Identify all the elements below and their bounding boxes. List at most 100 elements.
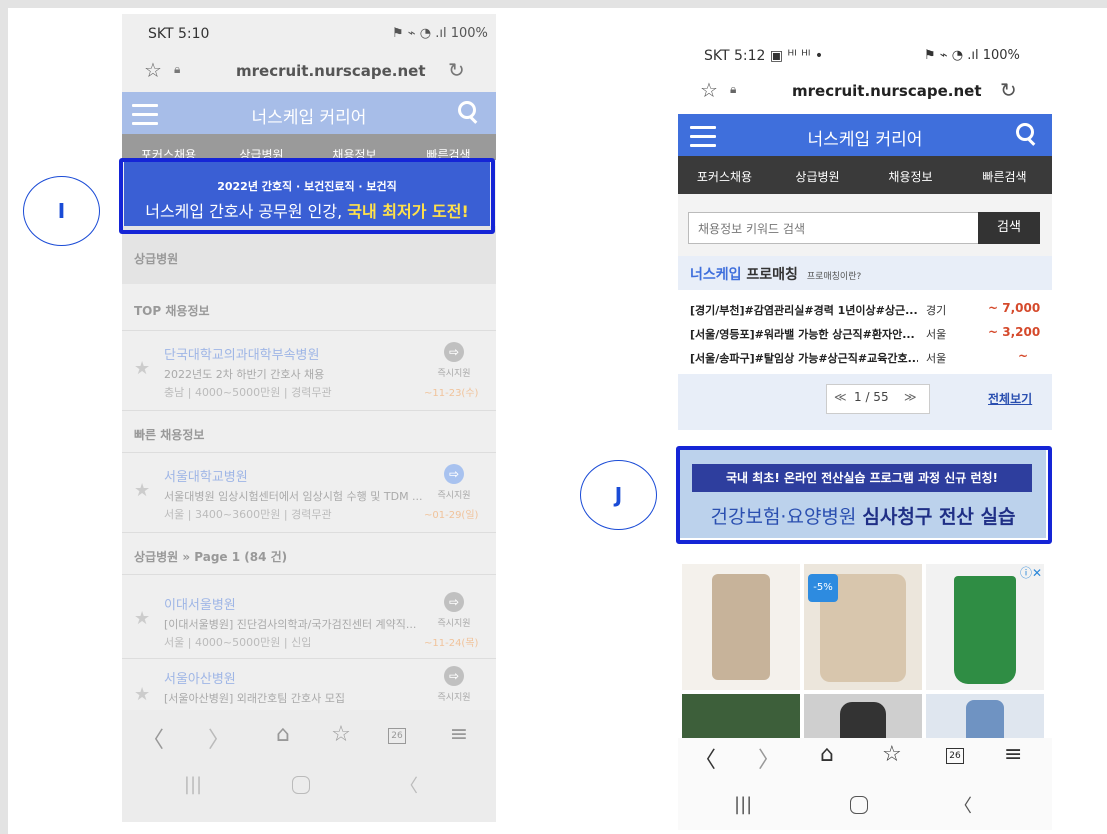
apply-badge: 즉시지원 (437, 619, 471, 629)
status-battery: ⚑ ⌁ ◔ .ıl 100% (392, 26, 488, 41)
system-home-icon[interactable] (850, 796, 868, 814)
section-title-hospital-page: 상급병원 » Page 1 (84 건) (134, 550, 288, 564)
ad-choices-icon[interactable]: ⓘ✕ (1020, 564, 1042, 581)
view-all-link[interactable]: 전체보기 (988, 390, 1032, 407)
tab-top-hospital[interactable]: 상급병원 (771, 168, 864, 185)
status-time: SKT 5:12 ▣ ᴴᴵ ᴴᴵ • (704, 48, 824, 64)
lock-icon: 🔒︎ (174, 62, 181, 76)
match-item[interactable]: [서울/송파구]#탈임상 가능#상근직#교육간호... (690, 350, 918, 366)
discount-badge: -5% (808, 574, 838, 602)
annotation-label-j: J (580, 460, 657, 530)
favorite-star-icon[interactable]: ★ (134, 358, 150, 379)
match-salary: ~ 7,000 (988, 301, 1041, 315)
frame-top-border (0, 0, 1107, 8)
job-deadline: ~01-29(일) (424, 510, 479, 521)
search-icon[interactable] (1016, 123, 1034, 141)
job-meta: 서울 | 3400~3600만원 | 경력무관 (164, 508, 332, 521)
recent-apps-icon[interactable]: ||| (734, 794, 752, 815)
recent-apps-icon[interactable]: ||| (178, 774, 208, 795)
tabs-count-icon[interactable]: 26 (388, 728, 406, 744)
job-deadline: ~11-24(목) (424, 638, 479, 649)
apply-badge: 즉시지원 (437, 693, 471, 703)
back-arrow-icon[interactable]: 〈 (138, 722, 168, 754)
bookmark-star-icon[interactable]: ☆ (144, 58, 162, 82)
annotation-label-i: I (23, 176, 100, 246)
ad-product-shirt[interactable] (926, 694, 1044, 738)
url-text[interactable]: mrecruit.nurscape.net (236, 62, 426, 80)
tab-focus[interactable]: 포커스채용 (678, 168, 771, 185)
pager-next-icon[interactable]: ≫ (904, 390, 917, 404)
forward-arrow-icon[interactable]: 〉 (758, 742, 780, 774)
apply-icon[interactable]: ⇨ (444, 592, 464, 612)
reload-icon[interactable]: ↻ (1000, 78, 1017, 102)
match-item[interactable]: [서울/영등포]#워라밸 가능한 상근직#환자안... (690, 326, 918, 342)
section-title-top-jobs: TOP 채용정보 (134, 304, 210, 318)
browser-bottom-bar (678, 738, 1052, 830)
bookmarks-icon[interactable]: ☆ (882, 742, 902, 767)
job-deadline: ~11-23(수) (424, 388, 479, 399)
home-icon[interactable]: ⌂ (820, 742, 834, 767)
apply-icon[interactable]: ⇨ (444, 342, 464, 362)
status-battery: ⚑ ⌁ ◔ .ıl 100% (924, 48, 1020, 63)
reload-icon[interactable]: ↻ (448, 58, 465, 82)
search-button[interactable]: 검색 (978, 212, 1040, 244)
divider (122, 330, 496, 331)
job-hospital-name[interactable]: 서울대학교병원 (164, 466, 248, 485)
tabs-count-icon[interactable]: 26 (946, 748, 964, 764)
job-hospital-name[interactable]: 이대서울병원 (164, 594, 236, 613)
match-location: 서울 (926, 328, 947, 341)
ad-product-jacket[interactable]: -5% (804, 564, 922, 690)
job-meta: 충남 | 4000~5000만원 | 경력무관 (164, 386, 332, 399)
section-title-quick-jobs: 빠른 채용정보 (134, 428, 205, 442)
highlight-box-i (119, 158, 495, 234)
ad-product-skirt[interactable] (926, 564, 1044, 690)
job-description: 서울대병원 임상시험센터에서 임상시험 수행 및 TDM ... (164, 490, 423, 503)
keyword-search-placeholder: 채용정보 키워드 검색 (698, 222, 805, 236)
bookmark-star-icon[interactable]: ☆ (700, 78, 718, 102)
bookmarks-icon[interactable]: ☆ (326, 722, 356, 747)
highlight-box-j (676, 446, 1052, 544)
favorite-star-icon[interactable]: ★ (134, 480, 150, 501)
match-location: 서울 (926, 352, 947, 365)
ad-product-sweatshirt[interactable] (682, 694, 800, 738)
site-title: 너스케입 커리어 (251, 108, 367, 128)
match-location: 경기 (926, 304, 947, 317)
search-icon[interactable] (458, 101, 476, 119)
divider (122, 452, 496, 453)
ad-product-pants[interactable] (682, 564, 800, 690)
section-title-top-hospital: 상급병원 (134, 252, 179, 266)
pager-page: 1 / 55 (854, 390, 889, 404)
url-text[interactable]: mrecruit.nurscape.net (792, 82, 982, 100)
job-hospital-name[interactable]: 서울아산병원 (164, 668, 236, 687)
system-back-icon[interactable]: 〈 (394, 772, 424, 798)
browser-bottom-bar (122, 710, 496, 822)
job-description: [서울아산병원] 외래간호팀 간호사 모집 (164, 692, 345, 705)
more-menu-icon[interactable]: ≡ (1004, 742, 1022, 767)
system-home-icon[interactable] (292, 776, 310, 794)
right-phone-screen: SKT 5:12 ▣ ᴴᴵ ᴴᴵ • ⚑ ⌁ ◔ .ıl 100% ☆ 🔒︎ m… (678, 30, 1052, 830)
favorite-star-icon[interactable]: ★ (134, 684, 150, 705)
home-icon[interactable]: ⌂ (268, 722, 298, 747)
forward-arrow-icon[interactable]: 〉 (204, 722, 234, 754)
favorite-star-icon[interactable]: ★ (134, 608, 150, 629)
pager-prev-icon[interactable]: ≪ (834, 390, 847, 404)
ad-product-coat[interactable] (804, 694, 922, 738)
divider (122, 574, 496, 575)
system-back-icon[interactable]: 〈 (954, 792, 972, 818)
pro-matching-info-link[interactable]: 프로매칭이란? (807, 272, 861, 282)
tab-job-info[interactable]: 채용정보 (864, 168, 957, 185)
tab-quick-search[interactable]: 빠른검색 (957, 168, 1052, 185)
divider (122, 658, 496, 659)
job-meta: 서울 | 4000~5000만원 | 신입 (164, 636, 312, 649)
back-arrow-icon[interactable]: 〈 (694, 742, 716, 774)
apply-icon[interactable]: ⇨ (444, 464, 464, 484)
apply-badge: 즉시지원 (437, 369, 471, 379)
more-menu-icon[interactable]: ≡ (444, 722, 474, 747)
pro-matching-title: 너스케입 프로매칭 프로매칭이란? (690, 267, 862, 283)
match-item[interactable]: [경기/부천]#감염관리실#경력 1년이상#상근... (690, 302, 918, 318)
status-time: SKT 5:10 (148, 26, 210, 42)
match-salary: ~ 3,200 (988, 325, 1041, 339)
divider (122, 410, 496, 411)
job-hospital-name[interactable]: 단국대학교의과대학부속병원 (164, 344, 319, 363)
apply-icon[interactable]: ⇨ (444, 666, 464, 686)
